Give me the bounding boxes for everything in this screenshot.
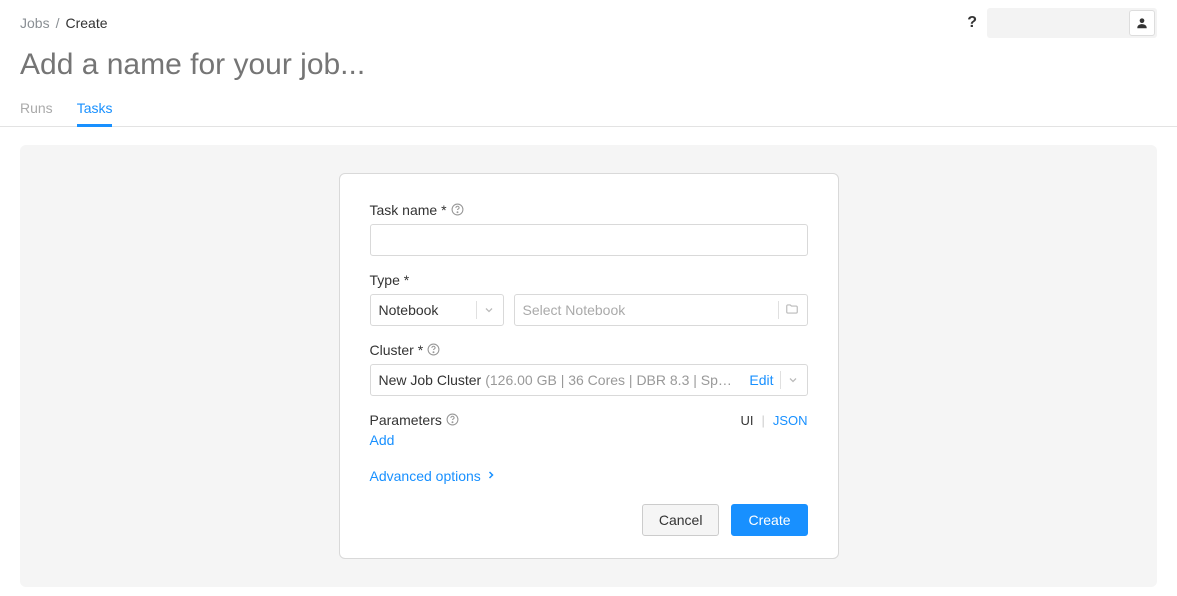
- job-name-input[interactable]: [20, 48, 1157, 82]
- help-icon[interactable]: ?: [967, 14, 977, 32]
- notebook-placeholder: Select Notebook: [523, 302, 626, 318]
- add-parameter-link[interactable]: Add: [370, 432, 395, 448]
- params-toggle-separator: |: [761, 413, 764, 428]
- help-circle-icon[interactable]: [427, 343, 441, 357]
- cluster-label: Cluster *: [370, 342, 808, 358]
- chevron-down-icon: [787, 374, 799, 386]
- task-name-label: Task name *: [370, 202, 808, 218]
- user-name-placeholder: [989, 12, 1129, 34]
- cluster-name: New Job Cluster: [379, 372, 482, 388]
- breadcrumb-separator: /: [56, 15, 60, 31]
- cluster-select[interactable]: New Job Cluster (126.00 GB | 36 Cores | …: [370, 364, 808, 396]
- help-circle-icon[interactable]: [446, 413, 460, 427]
- params-ui-toggle[interactable]: UI: [740, 413, 753, 428]
- notebook-select[interactable]: Select Notebook: [514, 294, 808, 326]
- user-menu[interactable]: [987, 8, 1157, 38]
- cluster-spec: (126.00 GB | 36 Cores | DBR 8.3 | Sp…: [485, 372, 732, 388]
- user-icon: [1129, 10, 1155, 36]
- breadcrumb: Jobs / Create: [20, 15, 108, 31]
- chevron-down-icon: [483, 304, 495, 316]
- task-canvas: Task name * Type * Notebook: [20, 145, 1157, 587]
- cancel-button[interactable]: Cancel: [642, 504, 720, 536]
- type-select[interactable]: Notebook: [370, 294, 504, 326]
- task-card: Task name * Type * Notebook: [339, 173, 839, 559]
- advanced-options-link[interactable]: Advanced options: [370, 468, 808, 484]
- chevron-right-icon: [485, 468, 497, 484]
- tab-tasks[interactable]: Tasks: [77, 96, 113, 127]
- params-json-toggle[interactable]: JSON: [773, 413, 808, 428]
- folder-icon: [785, 302, 799, 319]
- type-label: Type *: [370, 272, 808, 288]
- help-circle-icon[interactable]: [451, 203, 465, 217]
- parameters-label: Parameters: [370, 412, 460, 428]
- breadcrumb-jobs-link[interactable]: Jobs: [20, 15, 50, 31]
- cluster-edit-link[interactable]: Edit: [749, 372, 773, 388]
- breadcrumb-current: Create: [65, 15, 107, 31]
- tab-runs[interactable]: Runs: [20, 96, 53, 126]
- type-value: Notebook: [379, 302, 439, 318]
- task-name-input[interactable]: [370, 224, 808, 256]
- create-button[interactable]: Create: [731, 504, 807, 536]
